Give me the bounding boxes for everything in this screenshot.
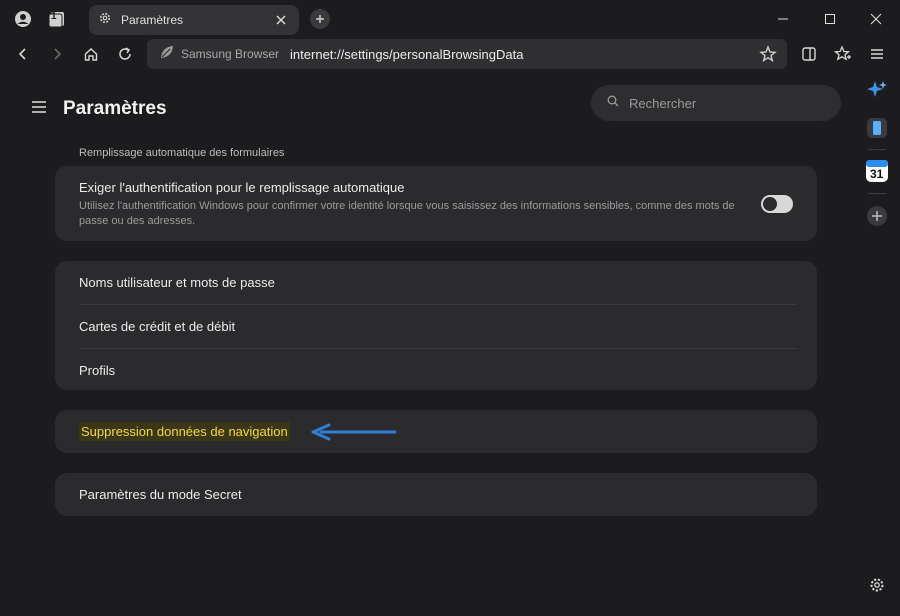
page-title: Paramètres bbox=[63, 98, 167, 119]
calendar-icon[interactable]: 31 bbox=[865, 159, 889, 183]
maximize-icon[interactable] bbox=[820, 9, 840, 29]
phone-icon[interactable] bbox=[865, 116, 889, 140]
side-panel-divider bbox=[868, 149, 886, 150]
split-view-icon[interactable] bbox=[798, 43, 820, 65]
url-text[interactable]: internet://settings/personalBrowsingData bbox=[290, 47, 523, 62]
close-icon[interactable] bbox=[273, 12, 289, 28]
secret-mode-card: Paramètres du mode Secret bbox=[55, 473, 817, 516]
tab-manager-icon[interactable]: 1 bbox=[46, 8, 68, 30]
add-panel-icon[interactable] bbox=[865, 204, 889, 228]
clear-data-card: Suppression données de navigation bbox=[55, 410, 817, 453]
profile-icon[interactable] bbox=[12, 8, 34, 30]
page-header: Paramètres bbox=[30, 98, 167, 120]
list-item-profiles[interactable]: Profils bbox=[55, 349, 817, 392]
toggle-knob bbox=[763, 197, 777, 211]
clear-browsing-data-item[interactable]: Suppression données de navigation bbox=[55, 410, 817, 453]
address-bar[interactable]: Samsung Browser internet://settings/pers… bbox=[147, 39, 787, 69]
side-panel: 31 bbox=[858, 70, 900, 616]
section-autofill-label: Remplissage automatique des formulaires bbox=[79, 147, 285, 159]
pointer-arrow-icon bbox=[311, 423, 397, 441]
secret-mode-item[interactable]: Paramètres du mode Secret bbox=[55, 473, 817, 516]
new-tab-button[interactable] bbox=[310, 9, 330, 29]
auth-toggle[interactable] bbox=[761, 195, 793, 213]
tab-title: Paramètres bbox=[121, 13, 184, 27]
tab-count: 1 bbox=[51, 11, 57, 22]
toolbar: Samsung Browser internet://settings/pers… bbox=[0, 38, 900, 70]
back-icon[interactable] bbox=[12, 43, 34, 65]
hamburger-menu-icon[interactable] bbox=[30, 99, 48, 120]
samsung-leaf-icon bbox=[159, 44, 175, 65]
close-window-icon[interactable] bbox=[866, 9, 886, 29]
browser-brand: Samsung Browser bbox=[181, 47, 280, 61]
forward-icon[interactable] bbox=[46, 43, 68, 65]
auth-setting-description: Utilisez l'authentification Windows pour… bbox=[79, 200, 735, 227]
settings-search-input[interactable]: Rechercher bbox=[591, 85, 841, 121]
gear-icon bbox=[99, 11, 111, 29]
tab-settings[interactable]: Paramètres bbox=[89, 5, 299, 35]
reload-icon[interactable] bbox=[114, 43, 136, 65]
list-item-cards[interactable]: Cartes de crédit et de débit bbox=[55, 305, 817, 348]
bookmarks-icon[interactable] bbox=[832, 43, 854, 65]
home-icon[interactable] bbox=[80, 43, 102, 65]
title-bar: 1 Paramètres bbox=[0, 0, 900, 38]
sparkle-ai-icon[interactable] bbox=[865, 78, 889, 102]
settings-gear-icon[interactable] bbox=[865, 573, 889, 597]
search-placeholder: Rechercher bbox=[629, 95, 697, 111]
calendar-day: 31 bbox=[870, 167, 884, 181]
list-item-passwords[interactable]: Noms utilisateur et mots de passe bbox=[55, 261, 817, 304]
minimize-icon[interactable] bbox=[773, 9, 793, 29]
clear-browsing-data-label: Suppression données de navigation bbox=[79, 422, 290, 441]
search-icon bbox=[607, 94, 619, 112]
bookmark-star-icon[interactable] bbox=[759, 45, 777, 68]
side-panel-divider bbox=[868, 193, 886, 194]
menu-icon[interactable] bbox=[866, 43, 888, 65]
auth-card: Exiger l'authentification pour le rempli… bbox=[55, 166, 817, 241]
autofill-items-card: Noms utilisateur et mots de passe Cartes… bbox=[55, 261, 817, 390]
auth-setting-title: Exiger l'authentification pour le rempli… bbox=[79, 180, 405, 195]
